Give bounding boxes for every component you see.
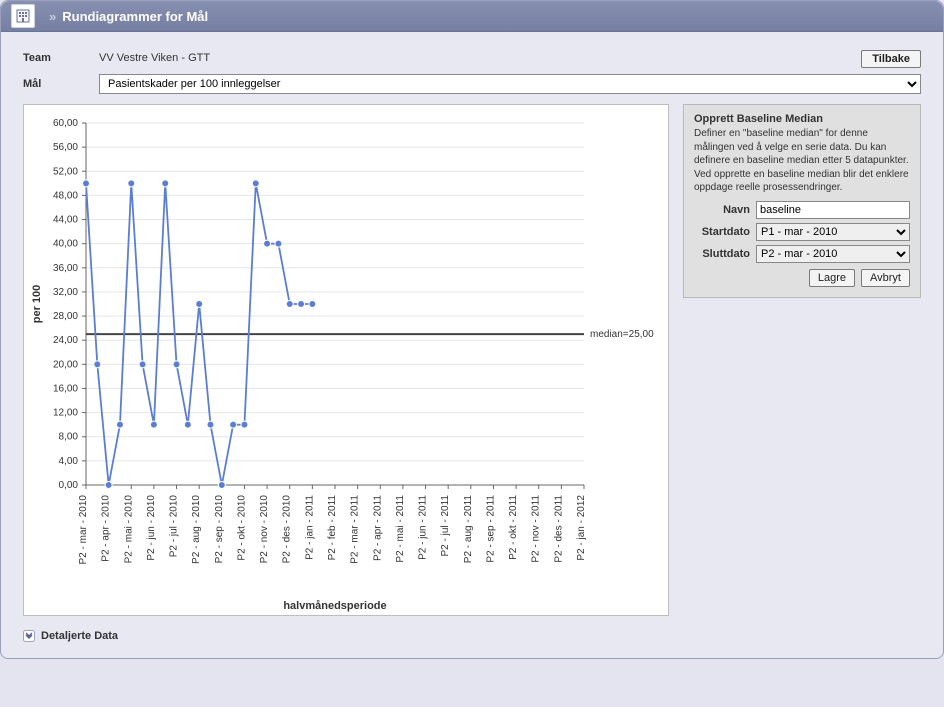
svg-text:P2 - jul - 2010: P2 - jul - 2010 [169,495,180,558]
svg-text:16,00: 16,00 [53,383,78,394]
baseline-name-label: Navn [694,204,750,216]
baseline-start-select[interactable]: P1 - mar - 2010 [756,223,910,241]
expand-down-icon [23,630,35,642]
baseline-panel: Opprett Baseline Median Definer en "base… [683,104,921,298]
svg-text:40,00: 40,00 [53,239,78,250]
svg-text:44,00: 44,00 [53,215,78,226]
baseline-end-select[interactable]: P2 - mar - 2010 [756,245,910,263]
svg-text:P2 - jul - 2011: P2 - jul - 2011 [440,495,451,557]
svg-text:28,00: 28,00 [53,311,78,322]
title-separator-icon: » [49,9,56,24]
chart-area: 0,00 4,00 8,00 12,00 16,00 20,00 24,00 28,00 32,… [23,104,669,616]
window-body: Tilbake Team VV Vestre Viken - GTT Mål P… [1,32,943,658]
svg-text:32,00: 32,00 [53,287,78,298]
goal-select[interactable]: Pasientskader per 100 innleggelser [99,74,921,94]
baseline-cancel-button[interactable]: Avbryt [861,269,910,287]
svg-text:P2 - apr - 2011: P2 - apr - 2011 [372,495,383,561]
svg-text:halvmånedsperiode: halvmånedsperiode [283,600,386,612]
modal-window: » Rundiagrammer for Mål Tilbake Team VV … [0,0,944,659]
svg-text:P2 - feb - 2011: P2 - feb - 2011 [327,495,338,561]
svg-text:0,00: 0,00 [59,480,79,491]
titlebar: » Rundiagrammer for Mål [1,1,943,32]
svg-text:P2 - mar - 2011: P2 - mar - 2011 [350,495,361,564]
baseline-start-label: Startdato [694,226,750,238]
svg-text:P2 - mai - 2011: P2 - mai - 2011 [395,495,406,563]
svg-text:P2 - okt - 2011: P2 - okt - 2011 [508,495,519,560]
goal-label: Mål [23,78,99,90]
svg-text:P2 - sep - 2010: P2 - sep - 2010 [214,495,225,564]
svg-text:24,00: 24,00 [53,335,78,346]
svg-text:P2 - jun - 2011: P2 - jun - 2011 [418,495,429,560]
svg-text:P2 - jan - 2012: P2 - jan - 2012 [576,495,587,561]
baseline-name-input[interactable] [756,201,910,219]
baseline-save-button[interactable]: Lagre [809,269,855,287]
baseline-end-label: Sluttdato [694,248,750,260]
detailed-data-label: Detaljerte Data [41,630,118,642]
detailed-data-toggle[interactable]: Detaljerte Data [23,630,921,642]
team-value: VV Vestre Viken - GTT [99,52,210,64]
svg-text:median=25,00: median=25,00 [590,329,654,340]
svg-text:P2 - des - 2010: P2 - des - 2010 [282,495,293,564]
svg-text:P2 - aug - 2011: P2 - aug - 2011 [463,495,474,564]
building-icon [11,4,35,28]
team-label: Team [23,52,99,64]
svg-text:P2 - okt - 2010: P2 - okt - 2010 [236,495,247,561]
svg-text:60,00: 60,00 [53,118,78,129]
svg-text:56,00: 56,00 [53,142,78,153]
baseline-desc: Definer en "baseline median" for denne m… [694,127,910,195]
svg-text:52,00: 52,00 [53,166,78,177]
svg-text:48,00: 48,00 [53,190,78,201]
svg-text:P2 - aug - 2010: P2 - aug - 2010 [191,495,202,564]
svg-text:P2 - sep - 2011: P2 - sep - 2011 [485,495,496,563]
svg-text:4,00: 4,00 [59,456,79,467]
svg-text:P2 - des - 2011: P2 - des - 2011 [553,495,564,563]
window-title: Rundiagrammer for Mål [62,9,208,24]
svg-text:P2 - nov - 2010: P2 - nov - 2010 [259,495,270,564]
svg-text:8,00: 8,00 [59,432,79,443]
svg-text:per 100: per 100 [31,285,43,324]
svg-text:P2 - nov - 2011: P2 - nov - 2011 [531,495,542,563]
svg-text:20,00: 20,00 [53,359,78,370]
back-button[interactable]: Tilbake [861,50,921,68]
svg-text:P2 - mai - 2010: P2 - mai - 2010 [123,495,134,564]
svg-text:P2 - jan - 2011: P2 - jan - 2011 [304,495,315,560]
svg-text:36,00: 36,00 [53,263,78,274]
baseline-title: Opprett Baseline Median [694,113,910,125]
svg-text:P2 - mar - 2010: P2 - mar - 2010 [78,495,89,565]
svg-text:P2 - jun - 2010: P2 - jun - 2010 [146,495,157,561]
svg-text:12,00: 12,00 [53,408,78,419]
svg-text:P2 - apr - 2010: P2 - apr - 2010 [101,495,112,562]
